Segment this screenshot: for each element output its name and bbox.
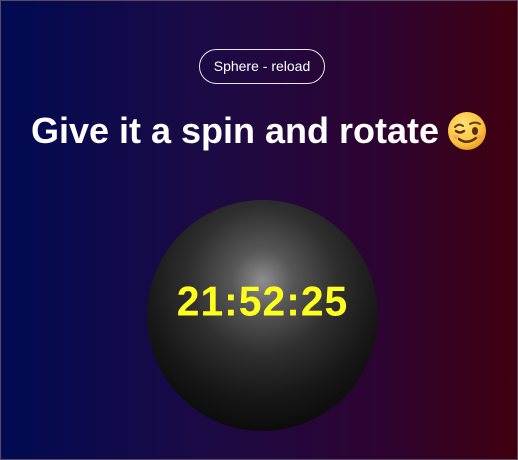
sphere-clock-time: 21:52:25: [176, 278, 349, 326]
rotating-sphere[interactable]: 21:52:25: [147, 200, 378, 431]
headline: Give it a spin and rotate: [0, 108, 518, 154]
sphere-reload-button[interactable]: Sphere - reload: [199, 49, 325, 84]
winking-face-icon: [447, 111, 487, 151]
headline-text: Give it a spin and rotate: [30, 110, 440, 151]
